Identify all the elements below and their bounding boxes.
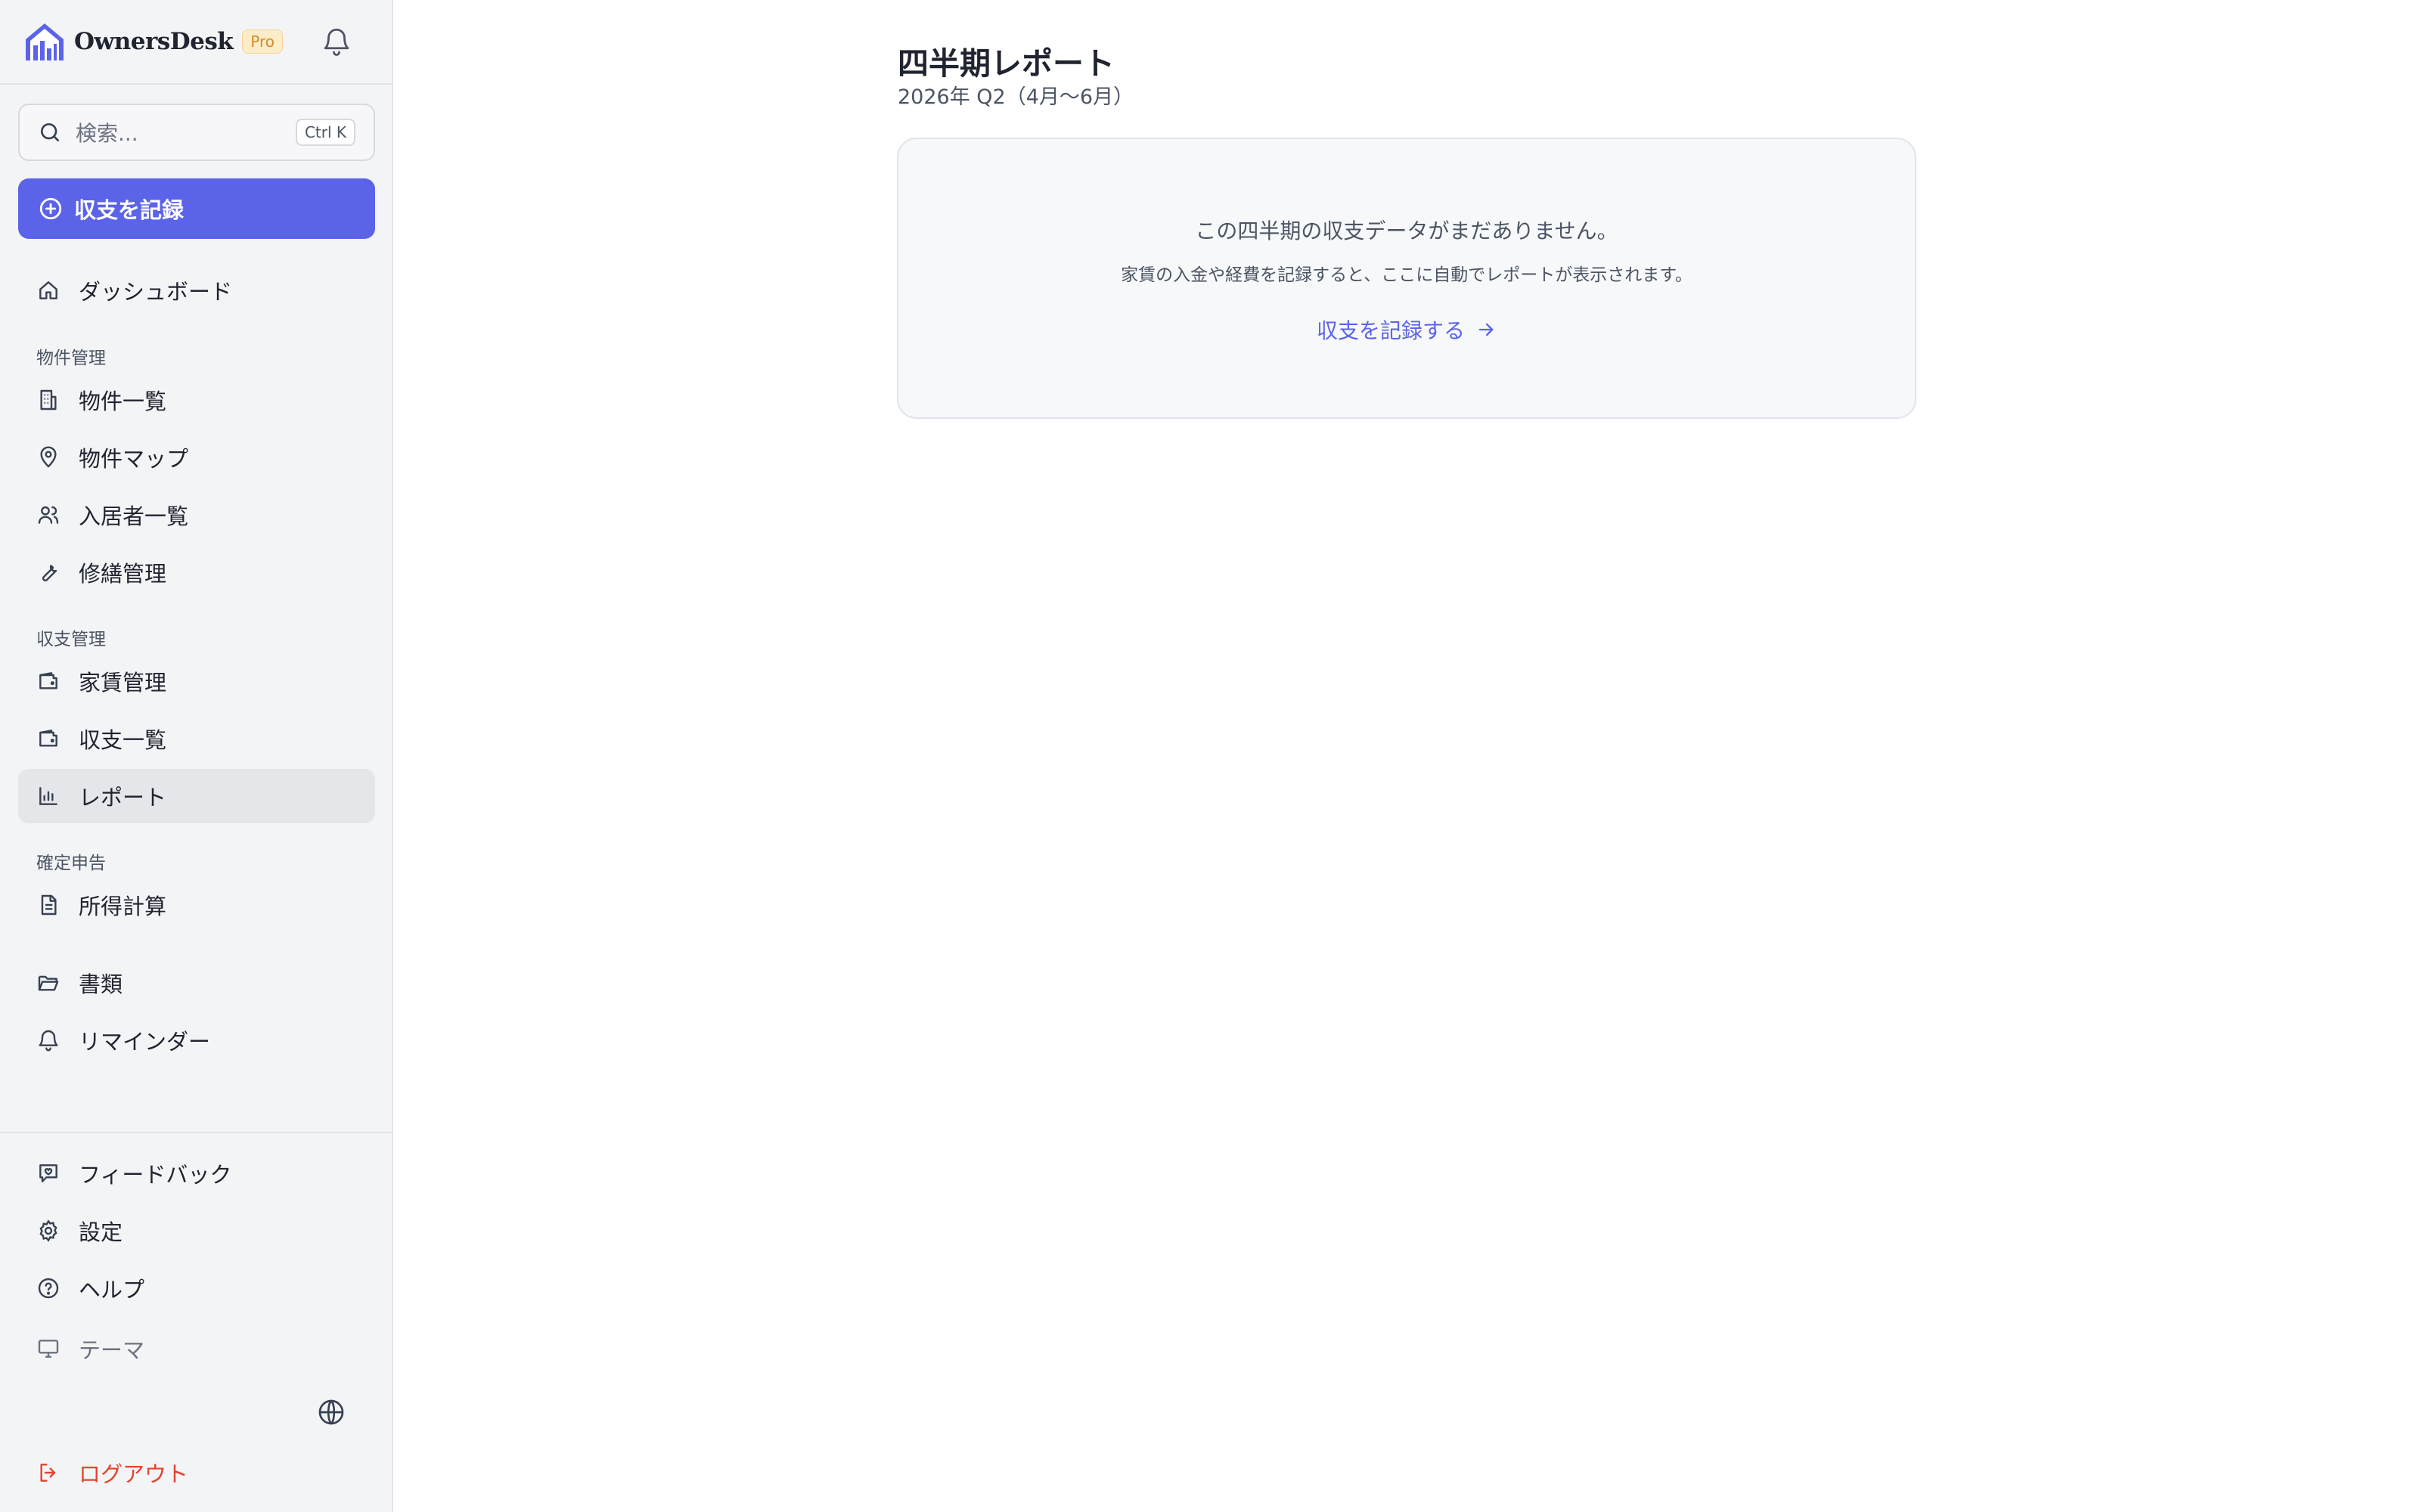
page-title: 四半期レポート bbox=[898, 45, 1115, 82]
nav-settings[interactable]: 設定 bbox=[18, 1204, 375, 1258]
search-placeholder: 検索... bbox=[76, 121, 138, 146]
nav-theme[interactable]: テーマ bbox=[18, 1321, 375, 1376]
nav-feedback-label: フィードバック bbox=[79, 1162, 232, 1188]
home-icon bbox=[39, 281, 57, 299]
nav-reminders-label: リマインダー bbox=[79, 1029, 211, 1055]
empty-state-card: この四半期の収支データがまだありません。 家賃の入金や経費を記録すると、ここに自… bbox=[897, 138, 1916, 419]
wallet-icon bbox=[39, 672, 57, 689]
nav-help-label: ヘルプ bbox=[79, 1277, 145, 1303]
wallet-icon bbox=[39, 730, 57, 747]
nav-income-calc[interactable]: 所得計算 bbox=[18, 878, 375, 932]
bar-chart-icon bbox=[39, 787, 57, 805]
house-logo-icon bbox=[26, 23, 64, 60]
nav-settings-label: 設定 bbox=[79, 1219, 123, 1245]
record-transaction-link-label: 収支を記録する bbox=[1316, 318, 1465, 343]
logout-icon bbox=[40, 1464, 56, 1482]
plus-circle-icon bbox=[39, 197, 62, 220]
nav-repairs-label: 修繕管理 bbox=[79, 561, 167, 587]
empty-state-title: この四半期の収支データがまだありません。 bbox=[1195, 218, 1618, 243]
nav-documents-label: 書類 bbox=[79, 971, 123, 997]
record-transaction-link[interactable]: 収支を記録する bbox=[898, 314, 1915, 345]
wrench-icon bbox=[42, 565, 57, 582]
record-transaction-label: 収支を記録 bbox=[74, 197, 185, 223]
nav-reports[interactable]: レポート bbox=[18, 769, 375, 823]
folder-open-icon bbox=[38, 975, 59, 991]
nav-income-expense-list[interactable]: 収支一覧 bbox=[18, 711, 375, 766]
sidebar-divider bbox=[0, 83, 393, 85]
users-icon bbox=[38, 506, 59, 524]
brand[interactable]: OwnersDesk Pro bbox=[23, 18, 284, 65]
nav-feedback[interactable]: フィードバック bbox=[18, 1146, 375, 1201]
feedback-icon bbox=[39, 1164, 57, 1182]
nav-help[interactable]: ヘルプ bbox=[18, 1261, 375, 1315]
nav-logout-label: ログアウト bbox=[79, 1461, 189, 1487]
search-shortcut: Ctrl K bbox=[295, 119, 355, 146]
search-input[interactable]: 検索... Ctrl K bbox=[18, 104, 375, 161]
nav-documents[interactable]: 書類 bbox=[18, 956, 375, 1010]
nav-dashboard-label: ダッシュボード bbox=[79, 279, 233, 305]
brand-name: OwnersDesk bbox=[74, 28, 234, 55]
nav-tenants-list[interactable]: 入居者一覧 bbox=[18, 488, 375, 542]
nav-properties-map[interactable]: 物件マップ bbox=[18, 430, 375, 485]
building-icon bbox=[40, 389, 57, 411]
page-subtitle: 2026年 Q2（4月〜6月） bbox=[898, 85, 1134, 109]
bell-icon bbox=[39, 1030, 58, 1052]
nav-reports-label: レポート bbox=[79, 785, 167, 810]
plan-badge: Pro bbox=[242, 29, 284, 54]
gear-icon bbox=[39, 1219, 57, 1242]
nav-reminders[interactable]: リマインダー bbox=[18, 1013, 375, 1067]
nav-repairs[interactable]: 修繕管理 bbox=[18, 545, 375, 600]
sidebar: OwnersDesk Pro 検索... Ctrl K 収支を記録 ダッシュボー… bbox=[0, 0, 393, 1512]
nav-dashboard[interactable]: ダッシュボード bbox=[18, 263, 375, 318]
section-label-finance: 収支管理 bbox=[36, 630, 106, 649]
nav-logout[interactable]: ログアウト bbox=[18, 1445, 375, 1500]
empty-state-description: 家賃の入金や経費を記録すると、ここに自動でレポートが表示されます。 bbox=[1121, 265, 1692, 285]
record-transaction-button[interactable]: 収支を記録 bbox=[18, 178, 375, 239]
nav-rent[interactable]: 家賃管理 bbox=[18, 654, 375, 708]
help-circle-icon bbox=[38, 1278, 59, 1299]
nav-rent-label: 家賃管理 bbox=[79, 670, 167, 696]
section-label-properties: 物件管理 bbox=[36, 349, 106, 368]
document-icon bbox=[41, 894, 57, 916]
sidebar-divider bbox=[0, 1132, 393, 1133]
globe-icon[interactable] bbox=[316, 1397, 346, 1427]
nav-properties-map-label: 物件マップ bbox=[79, 446, 189, 472]
nav-income-expense-list-label: 収支一覧 bbox=[79, 727, 167, 753]
section-label-tax: 確定申告 bbox=[36, 854, 106, 873]
monitor-icon bbox=[38, 1340, 59, 1358]
nav-properties-list-label: 物件一覧 bbox=[79, 389, 167, 414]
nav-tenants-list-label: 入居者一覧 bbox=[79, 503, 189, 529]
map-pin-icon bbox=[40, 446, 57, 468]
nav-theme-label: テーマ bbox=[79, 1337, 145, 1363]
nav-income-calc-label: 所得計算 bbox=[79, 894, 167, 919]
search-icon bbox=[41, 123, 59, 141]
nav-properties-list[interactable]: 物件一覧 bbox=[18, 373, 375, 427]
notifications-bell-icon[interactable] bbox=[321, 26, 352, 57]
arrow-right-icon bbox=[1478, 323, 1494, 336]
